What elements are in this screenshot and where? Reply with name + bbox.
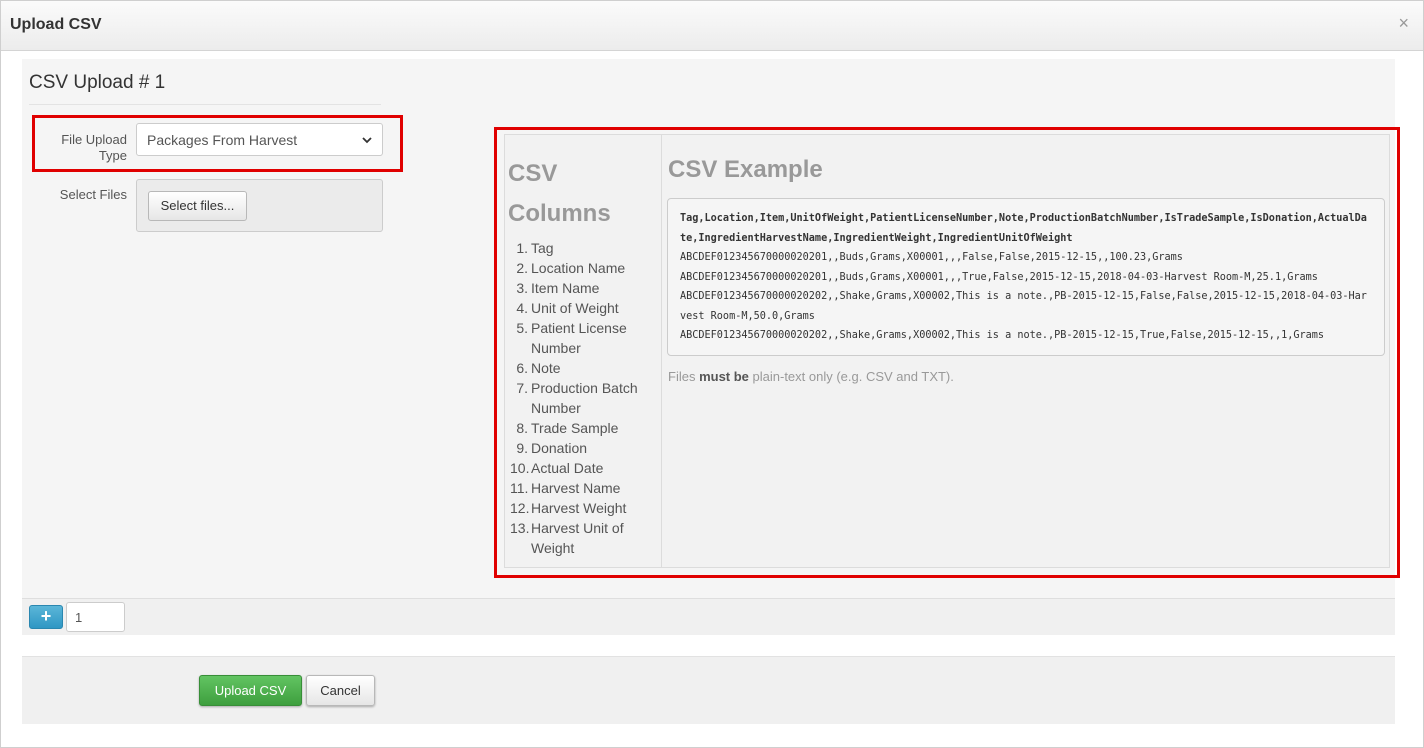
select-files-label: Select Files (59, 187, 127, 202)
select-files-button[interactable]: Select files... (148, 191, 247, 221)
title-divider (29, 104, 381, 105)
close-icon[interactable]: × (1398, 14, 1409, 32)
modal-header: Upload CSV × (1, 1, 1423, 51)
upload-csv-modal: Upload CSV × CSV Upload # 1 File Upload … (0, 0, 1424, 748)
highlight-box-upload-type (32, 115, 403, 172)
upload-count-input[interactable]: 1 (66, 602, 125, 632)
cancel-button[interactable]: Cancel (306, 675, 375, 706)
highlight-box-csv-example (494, 127, 1400, 578)
modal-title: Upload CSV (10, 16, 102, 33)
add-upload-bar (22, 598, 1395, 635)
upload-csv-button[interactable]: Upload CSV (199, 675, 302, 706)
upload-section-title: CSV Upload # 1 (29, 72, 166, 93)
add-upload-button[interactable]: + (29, 605, 63, 629)
